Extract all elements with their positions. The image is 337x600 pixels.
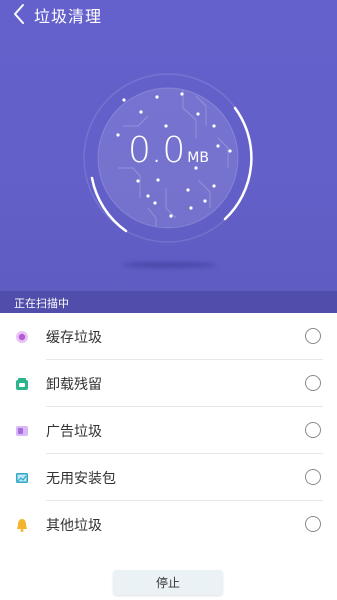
junk-item-cache[interactable]: 缓存垃圾 [0,313,337,360]
junk-category-list: 缓存垃圾 卸载残留 广告垃圾 无用安装包 其他垃圾 [0,313,337,548]
page-title: 垃圾清理 [34,7,103,26]
stop-scan-button[interactable]: 停止 [113,570,223,595]
top-bar: 垃圾清理 [0,0,337,30]
scan-status-bar: 正在扫描中 [0,291,337,313]
junk-item-apk-package[interactable]: 无用安装包 [0,454,337,501]
junk-item-label: 其他垃圾 [46,518,102,534]
junk-item-label: 无用安装包 [46,471,116,487]
junk-size-value: 0.0 [128,130,186,171]
junk-item-radio[interactable] [305,375,321,391]
junk-item-uninstall-residue[interactable]: 卸载残留 [0,360,337,407]
junk-item-label: 广告垃圾 [46,424,102,440]
junk-item-other[interactable]: 其他垃圾 [0,501,337,548]
other-junk-icon [17,519,27,532]
junk-item-radio[interactable] [305,328,321,344]
uninstall-residue-icon [16,378,28,390]
junk-item-radio[interactable] [305,516,321,532]
junk-item-label: 卸载残留 [46,377,102,393]
scan-header-area: 垃圾清理 0.0 MB [0,0,337,291]
junk-item-ad-junk[interactable]: 广告垃圾 [0,407,337,454]
cache-icon [16,331,28,343]
scan-status-text: 正在扫描中 [14,297,69,310]
sphere-shadow [122,262,216,268]
junk-item-radio[interactable] [305,469,321,485]
back-button[interactable] [8,2,30,26]
chevron-left-icon [14,4,24,24]
junk-item-radio[interactable] [305,422,321,438]
apk-package-icon [16,473,28,483]
junk-item-label: 缓存垃圾 [46,330,102,346]
junk-size-readout: 0.0 MB [0,130,337,171]
junk-size-unit: MB [187,150,209,166]
ad-junk-icon [16,426,28,436]
